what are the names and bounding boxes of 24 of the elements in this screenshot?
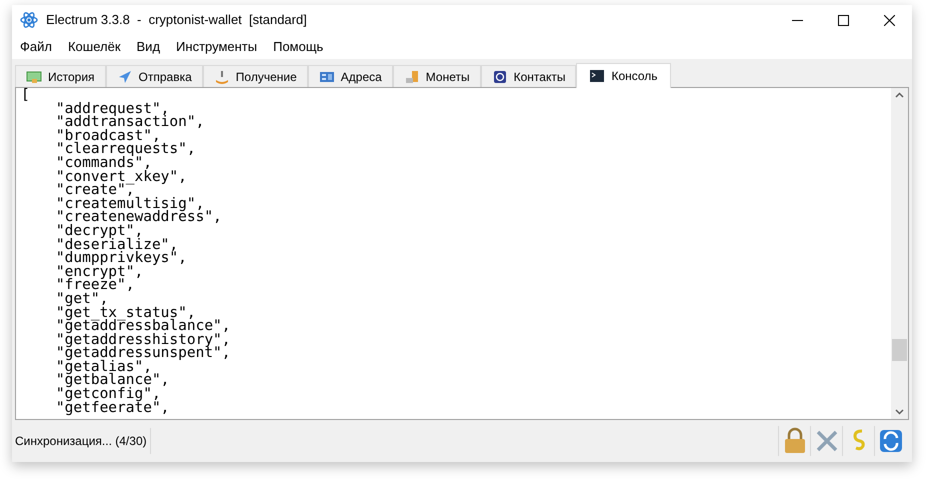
scrollbar[interactable] [891,88,908,419]
tab[interactable]: Консоль [576,63,671,88]
tab[interactable]: Получение [202,65,308,87]
tab[interactable]: Адреса [308,65,393,87]
maximize-icon [838,14,848,26]
contacts-icon [492,68,508,84]
menu-item[interactable]: Помощь [273,37,324,57]
scrollbar-thumb[interactable] [892,339,907,361]
window-title: Electrum 3.3.8 - cryptonist-wallet [standard] [46,11,307,30]
menu-item[interactable]: Вид [136,37,160,57]
menu-item[interactable]: Кошелёк [68,37,121,57]
scroll-up-icon[interactable] [895,92,904,98]
close-icon [884,14,894,26]
tab[interactable]: История [15,65,106,87]
scroll-down-icon[interactable] [895,409,904,415]
send-icon [116,68,133,84]
tab[interactable]: Контакты [480,65,576,87]
menu-item[interactable]: Инструменты [176,37,258,57]
atom-icon [20,11,38,29]
tab[interactable]: Отправка [106,65,203,87]
tab[interactable]: Монеты [392,65,481,87]
sync-status: Синхронизация... (4/30) [15,428,151,454]
menu-item[interactable]: Файл [20,37,52,57]
console-icon [589,68,606,84]
